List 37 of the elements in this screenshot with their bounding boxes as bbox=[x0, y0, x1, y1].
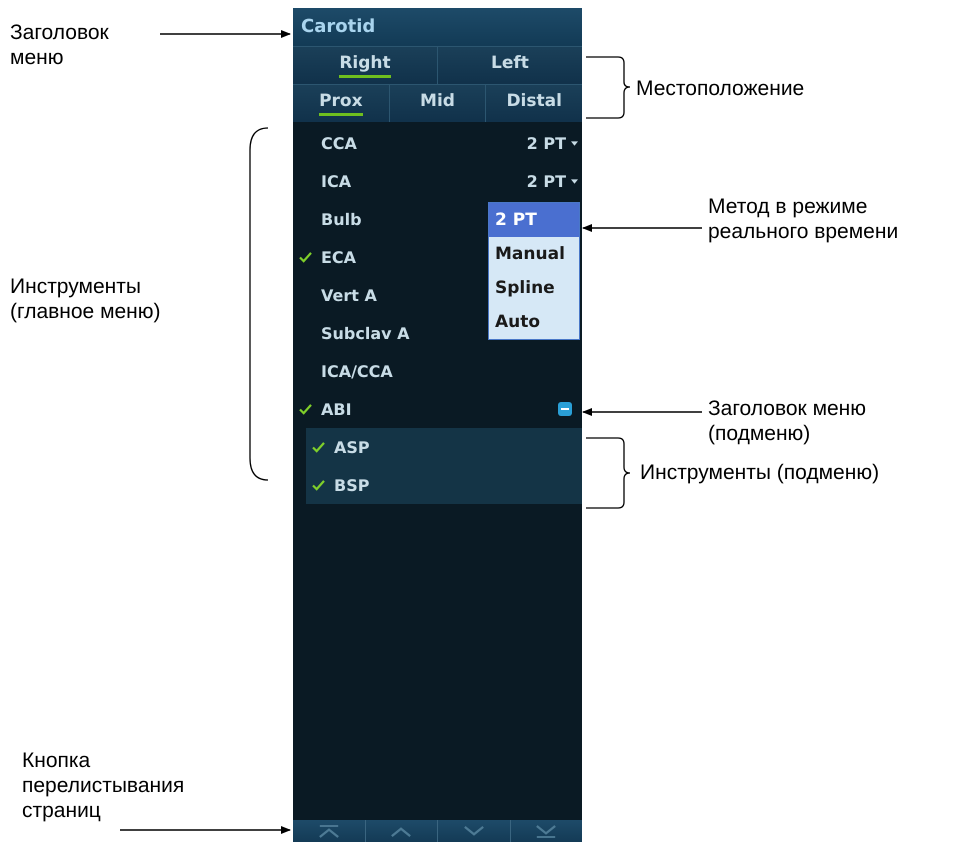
annotation-label: Заголовок меню bbox=[10, 20, 109, 70]
tool-item[interactable]: Vert A bbox=[321, 286, 377, 304]
tool-item[interactable]: Subclav A bbox=[321, 324, 410, 342]
tool-item[interactable]: ICA bbox=[321, 172, 352, 190]
method-option[interactable]: 2 PT bbox=[489, 203, 579, 237]
method-option[interactable]: Manual bbox=[489, 237, 579, 271]
bracket bbox=[586, 56, 631, 119]
method-option[interactable]: Spline bbox=[489, 271, 579, 305]
caret-icon bbox=[571, 140, 578, 146]
segment-tab[interactable]: Distal bbox=[486, 85, 582, 122]
annotation-label: Метод в режиме реального времени bbox=[708, 194, 898, 244]
chevron-up-icon bbox=[390, 824, 412, 838]
method-dropdown[interactable]: 2 PT bbox=[526, 172, 578, 190]
first-page-icon bbox=[318, 824, 340, 838]
annotation-label: Кнопка перелистывания страниц bbox=[22, 748, 184, 823]
annotation-label: Местоположение bbox=[636, 76, 804, 101]
tool-item[interactable]: ECA bbox=[321, 248, 356, 266]
tool-item[interactable]: ABI bbox=[321, 400, 352, 418]
side-tab[interactable]: Left bbox=[438, 47, 582, 84]
chevron-down-icon bbox=[462, 824, 485, 838]
tool-item[interactable]: Bulb bbox=[321, 210, 362, 228]
method-dropdown[interactable]: 2 PT bbox=[526, 134, 578, 152]
annotation-label: Заголовок меню (подменю) bbox=[708, 396, 866, 446]
tool-item[interactable]: CCA bbox=[321, 134, 357, 152]
annotation-label: Инструменты (подменю) bbox=[640, 460, 880, 485]
tool-item[interactable]: ICA/CCA bbox=[321, 362, 393, 380]
method-option[interactable]: Auto bbox=[489, 305, 579, 339]
caret-icon bbox=[571, 178, 578, 184]
collapse-icon[interactable] bbox=[558, 402, 572, 416]
menu-title: Carotid bbox=[293, 8, 582, 46]
submenu-item[interactable]: ASP bbox=[334, 438, 370, 456]
last-page-icon bbox=[535, 824, 558, 838]
segment-tab[interactable]: Prox bbox=[293, 85, 390, 122]
bracket bbox=[586, 437, 631, 509]
submenu-item[interactable]: BSP bbox=[334, 476, 370, 494]
segment-tab[interactable]: Mid bbox=[390, 85, 486, 122]
annotation-label: Инструменты (главное меню) bbox=[10, 274, 161, 324]
